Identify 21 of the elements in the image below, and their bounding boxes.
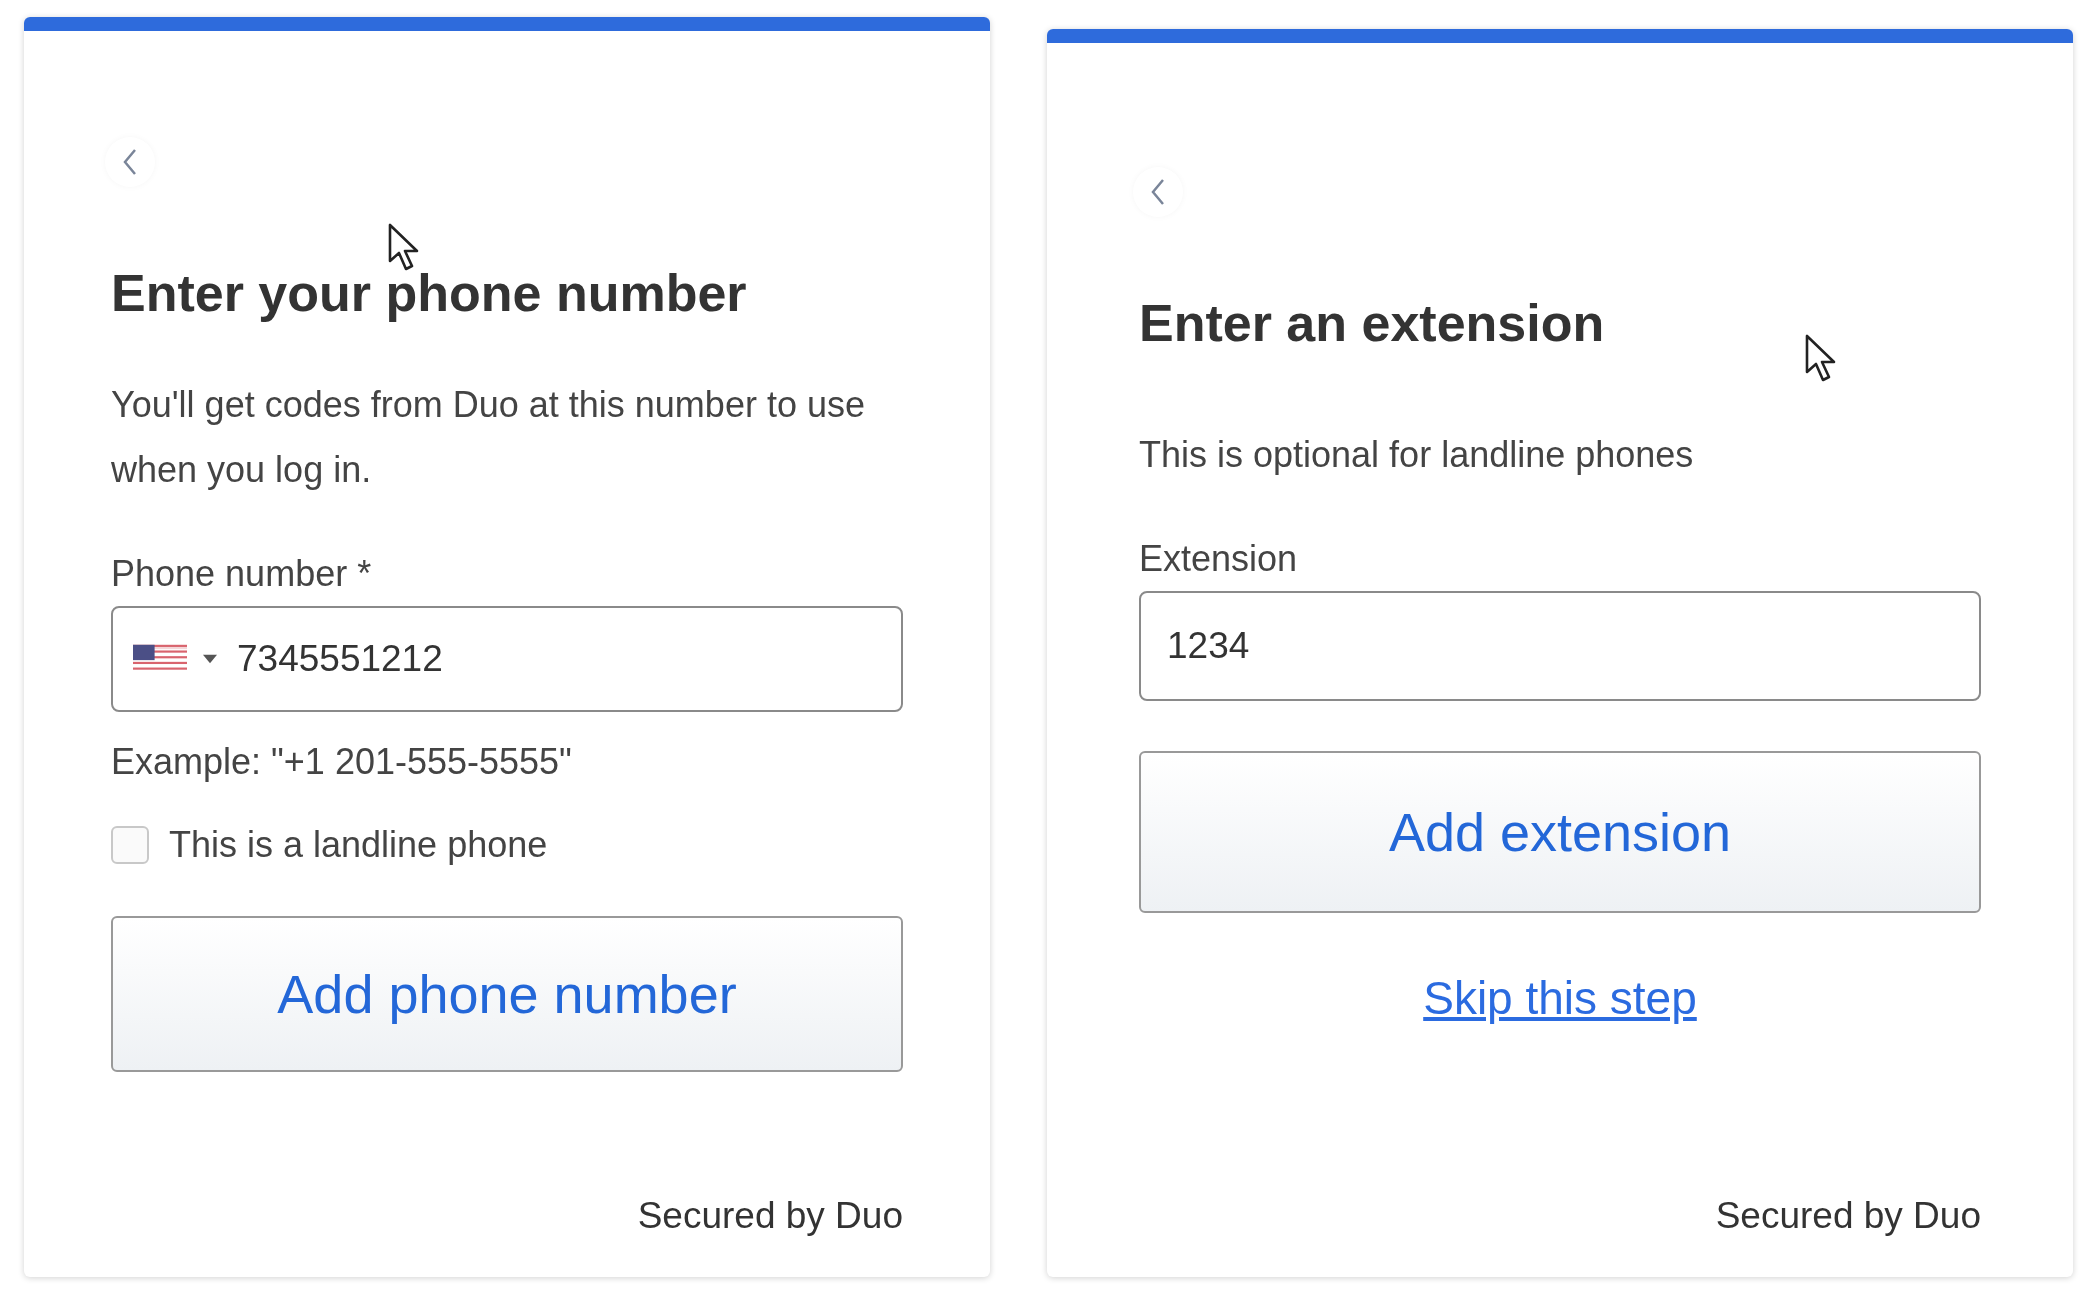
footer-text: Secured by Duo	[1715, 1195, 1981, 1237]
extension-field[interactable]: 1234	[1139, 591, 1981, 701]
heading: Enter an extension	[1139, 297, 1606, 350]
description: This is optional for landline phones	[1139, 433, 1695, 477]
phone-field[interactable]: 7345551212	[111, 606, 903, 712]
checkbox[interactable]	[111, 826, 149, 864]
description: You'll get codes from Duo at this number to use when you log in.	[111, 383, 866, 492]
example-text: Example: "+1 201-555-5555"	[111, 742, 573, 782]
chevron-left-icon	[1150, 178, 1166, 206]
submit-button[interactable]: Add phone number	[111, 916, 903, 1072]
footer-text: Secured by Duo	[637, 1195, 903, 1237]
field-label: Phone number *	[111, 554, 373, 594]
phone-value: 7345551212	[237, 638, 443, 680]
field-label: Extension	[1139, 539, 1299, 579]
submit-button[interactable]: Add extension	[1139, 751, 1981, 913]
skip-link[interactable]: Skip this step	[1423, 971, 1697, 1025]
heading: Enter your phone number	[111, 267, 748, 320]
extension-value: 1234	[1167, 625, 1250, 667]
chevron-left-icon	[122, 148, 138, 176]
caret-icon[interactable]	[203, 654, 217, 664]
checkbox-label: This is a landline phone	[169, 824, 548, 866]
